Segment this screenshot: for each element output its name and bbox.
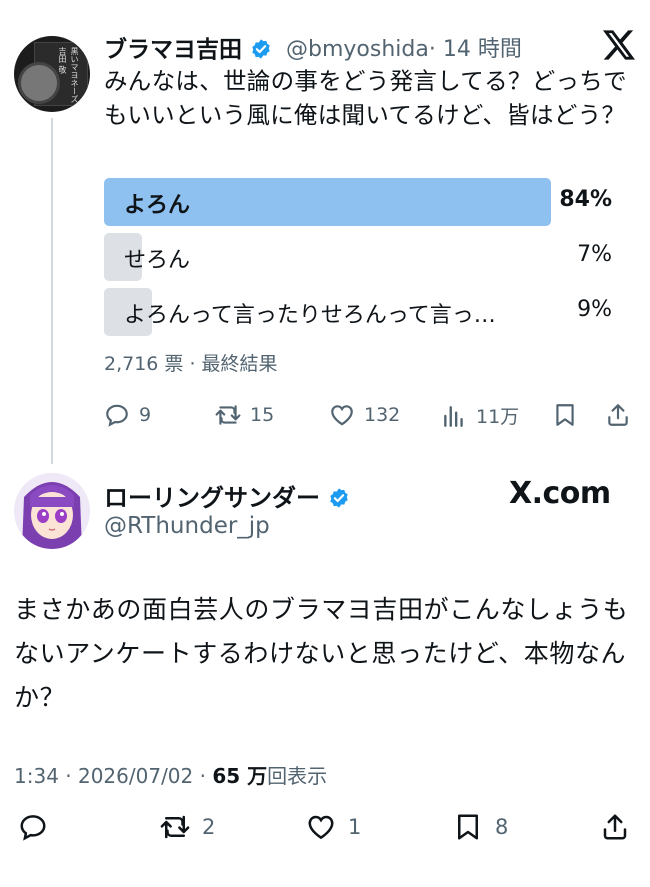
retweet-icon	[215, 405, 241, 425]
retweet-button[interactable]: 2	[160, 812, 215, 842]
timestamp[interactable]: · 14 時間	[429, 37, 522, 62]
anime-avatar-icon	[14, 473, 90, 549]
x-logo-icon	[603, 30, 635, 60]
reply-count: 9	[139, 404, 152, 426]
timestamp[interactable]: 1:34 · 2026/07/02 ·	[14, 764, 212, 788]
views-label: 回表示	[267, 764, 328, 788]
author-name[interactable]: ブラマヨ吉田	[104, 30, 272, 64]
retweet-count: 15	[250, 404, 275, 426]
like-button[interactable]: 1	[306, 812, 361, 842]
like-button[interactable]: 132	[329, 402, 400, 428]
view-count: 11万	[476, 406, 520, 428]
analytics-icon	[444, 405, 463, 427]
poll-option-percent: 7%	[577, 242, 612, 267]
retweet-button[interactable]: 15	[215, 402, 274, 428]
share-button[interactable]	[605, 402, 631, 428]
x-com-watermark: X.com	[509, 476, 611, 511]
poll-option-percent: 84%	[559, 187, 612, 212]
poll-option-percent: 9%	[577, 297, 612, 322]
author-handle[interactable]: @bmyoshida· 14 時間	[286, 31, 522, 63]
poll-option-label: よろん	[124, 193, 191, 218]
poll-votes: 2,716 票 · 最終結果	[104, 353, 278, 375]
share-icon	[603, 814, 627, 840]
bookmark-icon	[458, 814, 478, 840]
poll-option-1: よろん 84%	[104, 178, 612, 226]
verified-badge-icon	[330, 488, 349, 508]
like-count: 132	[364, 404, 401, 426]
view-count: 65 万	[212, 764, 268, 788]
poll-option-label: せろん	[124, 248, 191, 273]
heart-icon	[331, 405, 353, 426]
verified-badge-icon	[252, 39, 270, 59]
bookmark-icon	[556, 404, 574, 426]
avatar[interactable]: 黒いマヨネーズ 吉田 敬	[14, 36, 90, 112]
bookmark-count: 8	[495, 815, 509, 839]
reply-icon	[20, 815, 46, 841]
poll-option-label: よろんって言ったりせろんって言っ…	[124, 303, 496, 328]
author-name[interactable]: ローリングサンダー	[104, 478, 350, 513]
avatar[interactable]	[14, 473, 90, 549]
reply-icon	[106, 404, 128, 427]
retweet-count: 2	[202, 815, 216, 839]
share-icon	[608, 404, 628, 426]
share-button[interactable]	[600, 812, 630, 842]
heart-icon	[308, 815, 334, 840]
tweet-text: みんなは、世論の事をどう発言してる？どっちでもいいという風に俺は聞いてるけど、皆…	[104, 67, 627, 129]
poll-option-3: よろんって言ったりせろんって言っ… 9%	[104, 288, 612, 336]
tweet-metadata: 1:34 · 2026/07/02 · 65 万回表示	[14, 760, 327, 789]
bookmark-button[interactable]	[552, 402, 578, 428]
reply-button[interactable]	[18, 812, 48, 842]
views-button[interactable]: 11万	[441, 402, 519, 429]
reply-button[interactable]: 9	[104, 402, 151, 428]
like-count: 1	[348, 815, 362, 839]
retweet-icon	[160, 815, 190, 839]
tweet-text: まさかあの面白芸人のブラマヨ吉田がこんなしょうもないアンケートするわけないと思っ…	[14, 595, 629, 712]
poll-option-2: せろん 7%	[104, 233, 612, 281]
bookmark-button[interactable]: 8	[453, 812, 508, 842]
author-handle[interactable]: @RThunder_jp	[104, 513, 270, 539]
